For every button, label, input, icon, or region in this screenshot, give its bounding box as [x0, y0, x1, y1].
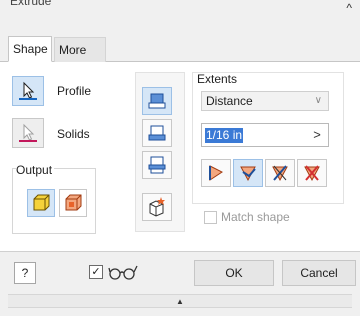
direction-symmetric-button[interactable]	[142, 151, 172, 179]
extents-type-dropdown[interactable]: Distance ∨	[201, 91, 329, 111]
direction-asymmetric-button[interactable]	[142, 193, 172, 221]
extent-new-solid-icon	[209, 165, 223, 181]
direction-flipped-icon	[148, 125, 166, 141]
solid-body-icon	[33, 194, 50, 211]
tab-strip: Shape More	[0, 36, 360, 62]
cancel-button[interactable]: Cancel	[282, 260, 356, 286]
direction-default-icon	[148, 93, 166, 109]
solids-accent-bar	[19, 140, 37, 142]
chevron-down-icon: ∨	[314, 95, 322, 106]
surface-body-icon	[65, 194, 82, 211]
profile-arrow-icon	[23, 81, 35, 99]
expand-panel-button[interactable]: ▲	[8, 294, 352, 308]
extents-type-value: Distance	[206, 94, 253, 108]
extent-join-button[interactable]	[233, 159, 263, 187]
profile-label: Profile	[57, 84, 92, 98]
triangle-up-icon: ▲	[176, 297, 184, 306]
distance-options-button[interactable]: >	[306, 124, 328, 146]
ok-button[interactable]: OK	[194, 260, 274, 286]
shape-panel: Profile Solids Output Extents Distance ∨…	[0, 62, 360, 252]
solids-select-button[interactable]	[12, 118, 44, 148]
match-shape-checkbox[interactable]	[204, 211, 217, 224]
extents-title: Extents	[197, 72, 238, 86]
direction-default-button[interactable]	[142, 87, 172, 115]
tab-shape[interactable]: Shape	[8, 36, 52, 62]
extent-join-icon	[240, 166, 256, 182]
extent-cut-button[interactable]	[265, 159, 295, 187]
profile-select-button[interactable]	[12, 76, 44, 106]
help-button[interactable]: ?	[14, 262, 36, 284]
profile-accent-bar	[19, 98, 37, 100]
extent-cut-icon	[272, 165, 288, 182]
solids-label: Solids	[57, 127, 90, 141]
solids-arrow-icon	[23, 123, 35, 141]
extents-group: Extents Distance ∨ 1/16 in >	[192, 72, 344, 204]
distance-value[interactable]: 1/16 in	[205, 128, 244, 143]
output-group	[12, 168, 96, 234]
extent-intersect-button[interactable]	[297, 159, 327, 187]
help-icon: ?	[21, 266, 29, 280]
extent-new-solid-button[interactable]	[201, 159, 231, 187]
extent-intersect-icon	[304, 165, 320, 182]
collapse-dialog-button[interactable]: ^	[346, 1, 352, 15]
distance-input[interactable]: 1/16 in >	[201, 123, 329, 147]
direction-symmetric-icon	[148, 156, 166, 174]
glasses-icon	[108, 265, 138, 280]
direction-group	[135, 72, 185, 232]
output-surface-button[interactable]	[59, 189, 87, 217]
preview-checkbox[interactable]: ✓	[89, 265, 103, 279]
output-label: Output	[16, 163, 55, 177]
dialog-titlebar: Extrude ^	[0, 0, 360, 22]
dialog-title: Extrude	[10, 0, 52, 8]
direction-asymmetric-icon	[149, 197, 165, 217]
output-solid-button[interactable]	[27, 189, 55, 217]
direction-flipped-button[interactable]	[142, 119, 172, 147]
match-shape-label: Match shape	[221, 210, 290, 224]
tab-more[interactable]: More	[54, 37, 106, 62]
